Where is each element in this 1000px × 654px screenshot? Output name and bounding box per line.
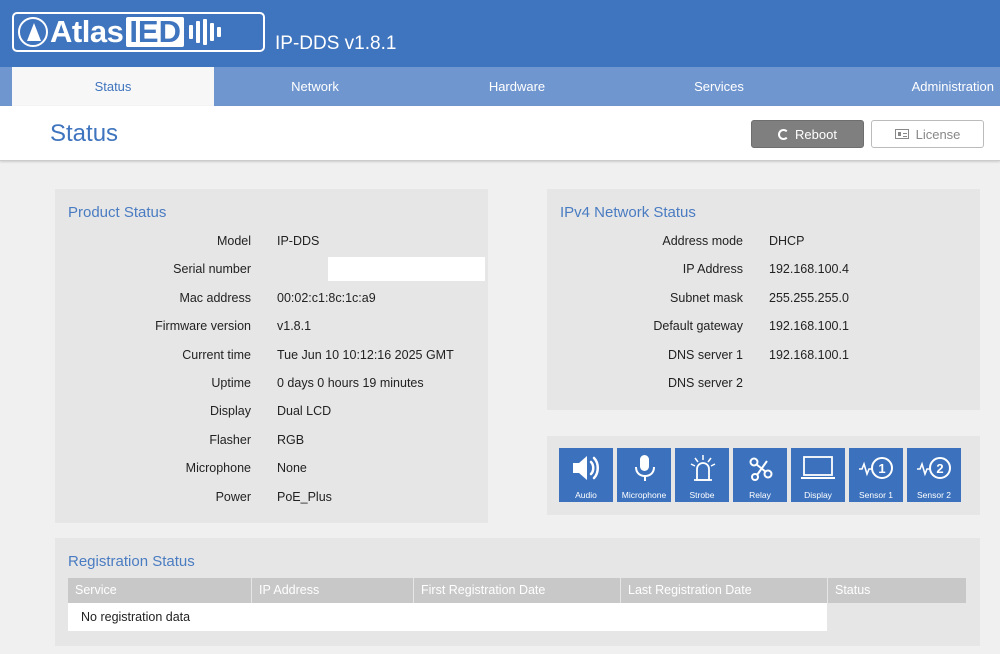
field-value: DHCP	[769, 234, 805, 248]
sensor-2-tile[interactable]: 2 Sensor 2	[907, 448, 961, 502]
column-header-last-registration[interactable]: Last Registration Date	[621, 578, 828, 603]
logo-atlas-text: Atlas	[50, 14, 124, 49]
tile-label: Sensor 2	[916, 490, 952, 500]
field-label: Display	[210, 404, 251, 419]
reboot-label: Reboot	[795, 126, 837, 142]
field-value: 0 days 0 hours 19 minutes	[277, 376, 424, 390]
tile-label: Strobe	[689, 490, 715, 500]
tab-hardware[interactable]: Hardware	[416, 67, 618, 106]
audio-tile[interactable]: Audio	[559, 448, 613, 502]
table-empty-row: No registration data	[68, 603, 827, 631]
table-header: Service IP Address First Registration Da…	[68, 578, 966, 603]
field-value: PoE_Plus	[277, 489, 332, 504]
app-header: Atlas IED IP-DDS v1.8.1	[0, 0, 1000, 67]
product-status-title: Product Status	[68, 204, 167, 221]
field-label: Mac address	[179, 290, 251, 305]
tab-status[interactable]: Status	[12, 67, 214, 106]
registration-status-title: Registration Status	[68, 553, 195, 570]
field-value: None	[277, 461, 307, 476]
column-header-first-registration[interactable]: First Registration Date	[414, 578, 621, 603]
tile-label: Display	[804, 490, 832, 500]
main-tabs: Status Network Hardware Services Adminis…	[0, 67, 1000, 106]
tab-administration[interactable]: Administration	[820, 67, 994, 106]
field-value: 00:02:c1:8c:1c:a9	[277, 290, 376, 305]
tile-label: Audio	[575, 490, 597, 500]
field-value: 192.168.100.1	[769, 319, 849, 334]
column-header-status[interactable]: Status	[828, 578, 966, 603]
display-tile[interactable]: Display	[791, 448, 845, 502]
field-value: Tue Jun 10 10:12:16 2025 GMT	[277, 347, 454, 362]
field-label: DNS server 1	[667, 347, 743, 362]
relay-icon	[749, 457, 773, 481]
license-label: License	[915, 126, 961, 142]
field-value: 192.168.100.1	[769, 347, 849, 362]
field-value: RGB	[277, 432, 305, 447]
field-label: Uptime	[211, 376, 251, 390]
reboot-button[interactable]: Reboot	[751, 120, 864, 148]
license-button[interactable]: License	[871, 120, 984, 148]
field-value: 255.255.255.0	[769, 290, 849, 305]
field-label: Power	[215, 489, 251, 504]
page-title: Status	[50, 120, 119, 147]
tab-network[interactable]: Network	[214, 67, 416, 106]
field-label: Default gateway	[653, 319, 743, 334]
strobe-icon	[690, 455, 716, 481]
svg-text:1: 1	[878, 461, 885, 476]
field-label: Current time	[182, 347, 251, 362]
registration-table: Service IP Address First Registration Da…	[68, 578, 966, 631]
column-header-ip-address[interactable]: IP Address	[252, 578, 414, 603]
logo-bars-icon	[189, 19, 221, 45]
network-status-title: IPv4 Network Status	[560, 204, 696, 221]
field-value: Dual LCD	[277, 404, 332, 419]
app-title: IP-DDS v1.8.1	[275, 33, 397, 54]
product-status-panel: Product Status Model IP-DDS Serial number M…	[55, 189, 488, 523]
tile-label: Sensor 1	[858, 490, 894, 500]
logo-ied-text: IED	[126, 16, 184, 47]
display-icon	[801, 456, 835, 479]
field-label: Microphone	[185, 461, 251, 476]
refresh-icon	[778, 128, 790, 140]
column-header-service[interactable]: Service	[68, 578, 252, 603]
svg-text:2: 2	[936, 461, 943, 476]
field-label: Address mode	[662, 234, 743, 248]
field-label: Model	[216, 234, 251, 248]
field-label: Firmware version	[155, 319, 251, 334]
field-label: Subnet mask	[670, 290, 743, 305]
feature-icons-panel: Audio Microphone Strobe Relay Display 1 …	[547, 436, 980, 515]
page-title-bar: Status Reboot License	[0, 106, 1000, 161]
relay-tile[interactable]: Relay	[733, 448, 787, 502]
tile-label: Microphone	[621, 490, 667, 500]
network-status-panel: IPv4 Network Status Address mode DHCP IP A…	[547, 189, 980, 410]
strobe-tile[interactable]: Strobe	[675, 448, 729, 502]
logo-triangle-icon	[18, 17, 48, 47]
microphone-icon	[635, 455, 655, 481]
tile-label: Relay	[749, 490, 771, 500]
field-value: IP-DDS	[277, 234, 320, 248]
field-label: IP Address	[682, 262, 743, 277]
id-card-icon	[894, 129, 909, 139]
field-label: DNS server 2	[667, 376, 743, 390]
field-label: Serial number	[173, 262, 251, 277]
sensor-2-icon: 2	[917, 457, 951, 479]
atlasied-logo: Atlas IED	[12, 12, 265, 52]
field-value: 192.168.100.4	[769, 262, 849, 277]
tab-services[interactable]: Services	[618, 67, 820, 106]
field-label: Flasher	[209, 432, 251, 447]
field-value: v1.8.1	[277, 319, 312, 334]
speaker-icon	[573, 456, 599, 480]
sensor-1-icon: 1	[859, 457, 893, 479]
sensor-1-tile[interactable]: 1 Sensor 1	[849, 448, 903, 502]
microphone-tile[interactable]: Microphone	[617, 448, 671, 502]
registration-status-panel: Registration Status Service IP Address F…	[55, 538, 980, 646]
serial-number-field	[328, 257, 485, 281]
